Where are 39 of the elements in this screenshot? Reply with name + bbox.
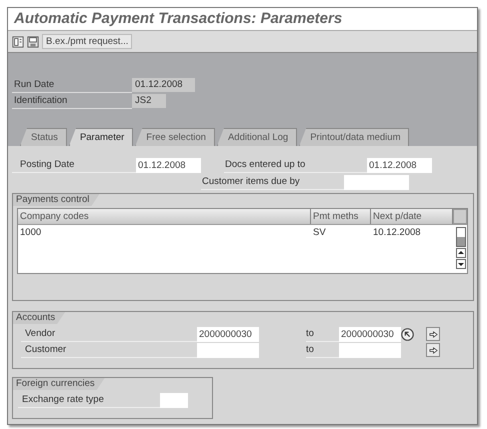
arrow-button[interactable] bbox=[426, 327, 440, 341]
column-header[interactable]: Pmt meths bbox=[311, 209, 371, 224]
tab[interactable]: Additional Log bbox=[216, 128, 298, 146]
table-cell-text: 10.12.2008 bbox=[372, 226, 422, 240]
tab[interactable]: Parameter bbox=[68, 128, 134, 146]
save-icon[interactable] bbox=[27, 36, 39, 48]
input-field[interactable] bbox=[197, 342, 259, 358]
field-label: Customer bbox=[21, 342, 197, 358]
input-field[interactable]: 01.12.2008 bbox=[136, 158, 201, 172]
table-cell-text: 1000 bbox=[19, 226, 42, 240]
group-title: Accounts bbox=[13, 312, 66, 324]
input-field[interactable] bbox=[344, 174, 409, 190]
input-field[interactable] bbox=[339, 342, 401, 358]
field-label: Exchange rate type bbox=[18, 392, 160, 408]
tab[interactable]: Printout/data medium bbox=[299, 128, 410, 146]
input-field[interactable]: 2000000030 bbox=[339, 326, 401, 342]
window-title: Automatic Payment Transactions: Parameters bbox=[8, 8, 477, 30]
input-field[interactable]: 01.12.2008 bbox=[132, 78, 195, 92]
input-field[interactable]: JS2 bbox=[132, 94, 166, 108]
page-icon[interactable] bbox=[12, 36, 24, 48]
group-title: Payments control bbox=[13, 194, 100, 206]
tab[interactable]: Status bbox=[20, 128, 67, 146]
input-field[interactable] bbox=[160, 392, 188, 408]
tab[interactable]: Free selection bbox=[135, 128, 215, 146]
toolbar-button[interactable]: B.ex./pmt request... bbox=[42, 34, 132, 49]
table-cell-text: SV bbox=[312, 226, 327, 240]
input-field[interactable]: 2000000030 bbox=[197, 326, 259, 342]
field-label: Customer items due by bbox=[201, 174, 344, 190]
arrow-button[interactable] bbox=[426, 343, 440, 357]
field-label: Docs entered up to bbox=[224, 157, 367, 173]
group-title: Foreign currencies bbox=[13, 378, 105, 390]
field-label: Vendor bbox=[21, 326, 197, 342]
scroll-down-icon[interactable] bbox=[456, 259, 466, 269]
field-label: Identification bbox=[12, 93, 132, 109]
field-label: Run Date bbox=[12, 77, 132, 93]
column-header[interactable]: Company codes bbox=[18, 209, 311, 224]
multiple-selection-icon[interactable] bbox=[401, 328, 414, 340]
input-field[interactable]: 01.12.2008 bbox=[367, 158, 432, 172]
scroll-up-icon[interactable] bbox=[456, 248, 466, 258]
